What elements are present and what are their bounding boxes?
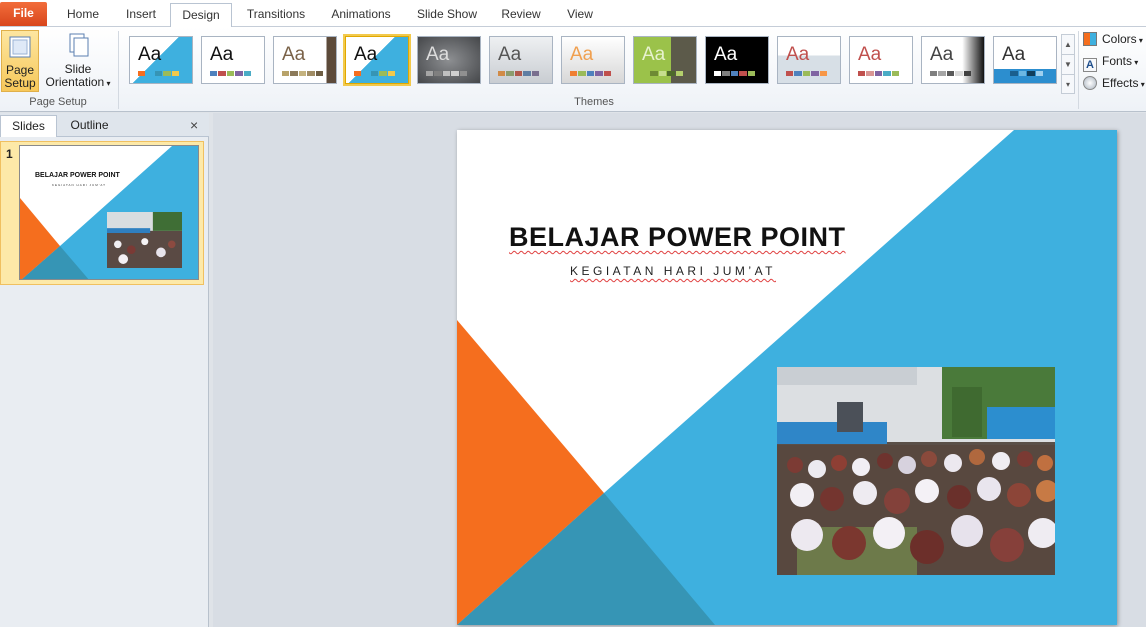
theme-color-swatches (210, 71, 252, 76)
photo-image (777, 367, 1055, 575)
page-setup-button[interactable]: Page Setup (1, 30, 39, 92)
colors-button[interactable]: Colors ▾ (1083, 30, 1143, 48)
fonts-icon: A (1083, 58, 1097, 72)
theme-sample-text: Aa (498, 44, 522, 65)
thumbnail-subtitle: KEGIATAN HARI JUM’AT (52, 183, 107, 187)
slide-orientation-button[interactable]: Slide Orientation ▾ (42, 30, 114, 92)
page-setup-label: Page Setup (4, 63, 36, 90)
colors-label: Colors (1102, 32, 1137, 46)
ribbon-separator (118, 31, 119, 109)
ribbon-tab-bar: File Home Insert Design Transitions Anim… (0, 0, 1146, 28)
theme-sample-text: Aa (210, 44, 234, 65)
theme-color-swatches (570, 71, 612, 76)
thumbnail-title: BELAJAR POWER POINT (35, 172, 120, 179)
theme-sample-text: Aa (354, 44, 378, 65)
scroll-down-icon[interactable]: ▼ (1062, 55, 1074, 75)
themes-group-label: Themes (574, 96, 614, 108)
pane-tabs: Slides Outline × (0, 113, 209, 137)
slides-pane: Slides Outline × 1 BELAJAR POWER POINT K… (0, 113, 209, 627)
slide-subtitle[interactable]: KEGIATAN HARI JUM’AT (570, 264, 776, 278)
theme-thumbnail[interactable]: Aa (201, 36, 265, 84)
theme-color-swatches (858, 71, 900, 76)
tab-slide-show[interactable]: Slide Show (410, 3, 484, 27)
tab-slides[interactable]: Slides (0, 115, 57, 137)
tab-home[interactable]: Home (58, 3, 108, 27)
effects-button[interactable]: Effects ▾ (1083, 74, 1145, 92)
theme-thumbnail[interactable]: Aa (489, 36, 553, 84)
tab-transitions[interactable]: Transitions (238, 3, 314, 27)
theme-thumbnail[interactable]: Aa (993, 36, 1057, 84)
theme-thumbnail[interactable]: Aa (273, 36, 337, 84)
ribbon-separator (1078, 31, 1079, 109)
page-setup-icon (9, 36, 31, 58)
tab-review[interactable]: Review (494, 3, 548, 27)
slide-orientation-label: Slide Orientation ▾ (45, 62, 111, 89)
theme-color-swatches (1002, 71, 1044, 76)
theme-sample-text: Aa (858, 44, 882, 65)
slide-canvas[interactable]: BELAJAR POWER POINT KEGIATAN HARI JUM’AT (457, 130, 1117, 625)
tab-insert[interactable]: Insert (116, 3, 166, 27)
theme-thumbnail[interactable]: Aa (129, 36, 193, 84)
theme-color-swatches (138, 71, 180, 76)
slide-orientation-icon (69, 33, 89, 57)
fonts-label: Fonts (1102, 54, 1133, 68)
close-icon[interactable]: × (190, 117, 198, 133)
theme-sample-text: Aa (930, 44, 954, 65)
theme-sample-text: Aa (1002, 44, 1026, 65)
theme-thumbnail[interactable]: Aa (705, 36, 769, 84)
theme-color-swatches (498, 71, 540, 76)
theme-thumbnail[interactable]: Aa (849, 36, 913, 84)
theme-thumbnail[interactable]: Aa (343, 34, 411, 86)
theme-sample-text: Aa (714, 44, 738, 65)
tab-view[interactable]: View (558, 3, 602, 27)
slide-number: 1 (6, 147, 13, 161)
tab-animations[interactable]: Animations (322, 3, 400, 27)
effects-icon (1083, 76, 1097, 90)
theme-sample-text: Aa (786, 44, 810, 65)
theme-color-swatches (354, 71, 396, 76)
theme-sample-text: Aa (138, 44, 162, 65)
theme-sample-text: Aa (426, 44, 450, 65)
colors-icon (1083, 32, 1097, 46)
theme-thumbnail[interactable]: Aa (561, 36, 625, 84)
theme-sample-text: Aa (282, 44, 306, 65)
theme-color-swatches (930, 71, 972, 76)
slide-photo[interactable] (777, 367, 1055, 575)
slide-title[interactable]: BELAJAR POWER POINT (509, 222, 846, 253)
theme-color-swatches (642, 71, 684, 76)
slide-thumbnail[interactable]: BELAJAR POWER POINT KEGIATAN HARI JUM’AT (19, 145, 199, 280)
fonts-button[interactable]: A Fonts ▾ (1083, 52, 1138, 72)
gallery-more-icon[interactable]: ▾ (1062, 75, 1074, 95)
theme-color-swatches (282, 71, 324, 76)
theme-sample-text: Aa (570, 44, 594, 65)
theme-thumbnail[interactable]: Aa (921, 36, 985, 84)
tab-outline[interactable]: Outline (58, 115, 121, 137)
ribbon: Page Setup Slide Orientation ▾ Page Setu… (0, 27, 1146, 112)
effects-label: Effects (1102, 76, 1139, 90)
theme-thumbnail[interactable]: Aa (777, 36, 841, 84)
theme-thumbnail[interactable]: Aa (417, 36, 481, 84)
theme-color-swatches (426, 71, 468, 76)
theme-color-swatches (714, 71, 756, 76)
themes-scroll[interactable]: ▲ ▼ ▾ (1061, 34, 1075, 94)
tab-file[interactable]: File (0, 2, 47, 26)
theme-sample-text: Aa (642, 44, 666, 65)
theme-color-swatches (786, 71, 828, 76)
theme-thumbnail[interactable]: Aa (633, 36, 697, 84)
page-setup-group-label: Page Setup (29, 96, 87, 108)
thumbnail-photo (107, 212, 182, 268)
tab-design[interactable]: Design (170, 3, 232, 28)
scroll-up-icon[interactable]: ▲ (1062, 35, 1074, 55)
